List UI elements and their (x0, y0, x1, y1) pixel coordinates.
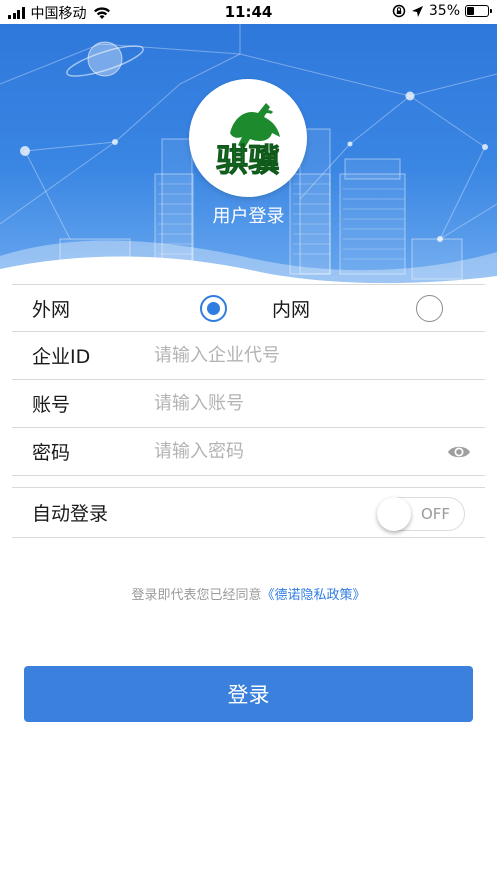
password-row: 密码 (12, 428, 485, 476)
header-banner: 骐骥 用户登录 (0, 24, 497, 284)
horse-logo-icon: 骐骥 (216, 103, 280, 179)
company-id-input[interactable] (154, 345, 485, 366)
battery-icon (465, 5, 492, 17)
section-divider (12, 476, 485, 488)
battery-percent: 35% (428, 3, 460, 19)
network-outer-label: 外网 (32, 298, 71, 321)
screen-lock-icon (392, 4, 406, 18)
privacy-policy-link[interactable]: 《德诺隐私政策》 (262, 588, 366, 603)
company-row: 企业ID (12, 332, 485, 380)
auto-login-toggle[interactable]: OFF (377, 497, 465, 531)
account-label: 账号 (32, 394, 71, 416)
page-title: 用户登录 (212, 206, 285, 227)
password-input[interactable] (154, 441, 485, 462)
logo-text: 骐骥 (216, 141, 280, 179)
login-button[interactable]: 登录 (24, 666, 473, 722)
toggle-knob (377, 497, 411, 531)
status-bar: 中国移动 11:44 35% (0, 0, 497, 24)
account-input[interactable] (154, 393, 485, 414)
privacy-agreement: 登录即代表您已经同意《德诺隐私政策》 (0, 584, 497, 603)
radio-inner-network[interactable] (416, 295, 443, 322)
network-row: 外网 内网 (12, 284, 485, 332)
company-label: 企业ID (32, 346, 91, 368)
network-inner-label: 内网 (272, 298, 311, 321)
show-password-eye-icon[interactable] (447, 444, 471, 460)
account-row: 账号 (12, 380, 485, 428)
login-form: 外网 内网 企业ID 账号 密码 自动登录 OFF (12, 284, 485, 538)
auto-login-label: 自动登录 (32, 503, 109, 525)
password-label: 密码 (32, 442, 71, 464)
auto-login-row: 自动登录 OFF (12, 488, 485, 538)
location-arrow-icon (411, 5, 423, 17)
agreement-text: 登录即代表您已经同意 (131, 588, 262, 603)
toggle-state-text: OFF (420, 505, 450, 523)
radio-outer-network[interactable] (200, 295, 227, 322)
company-logo: 骐骥 (189, 79, 307, 197)
